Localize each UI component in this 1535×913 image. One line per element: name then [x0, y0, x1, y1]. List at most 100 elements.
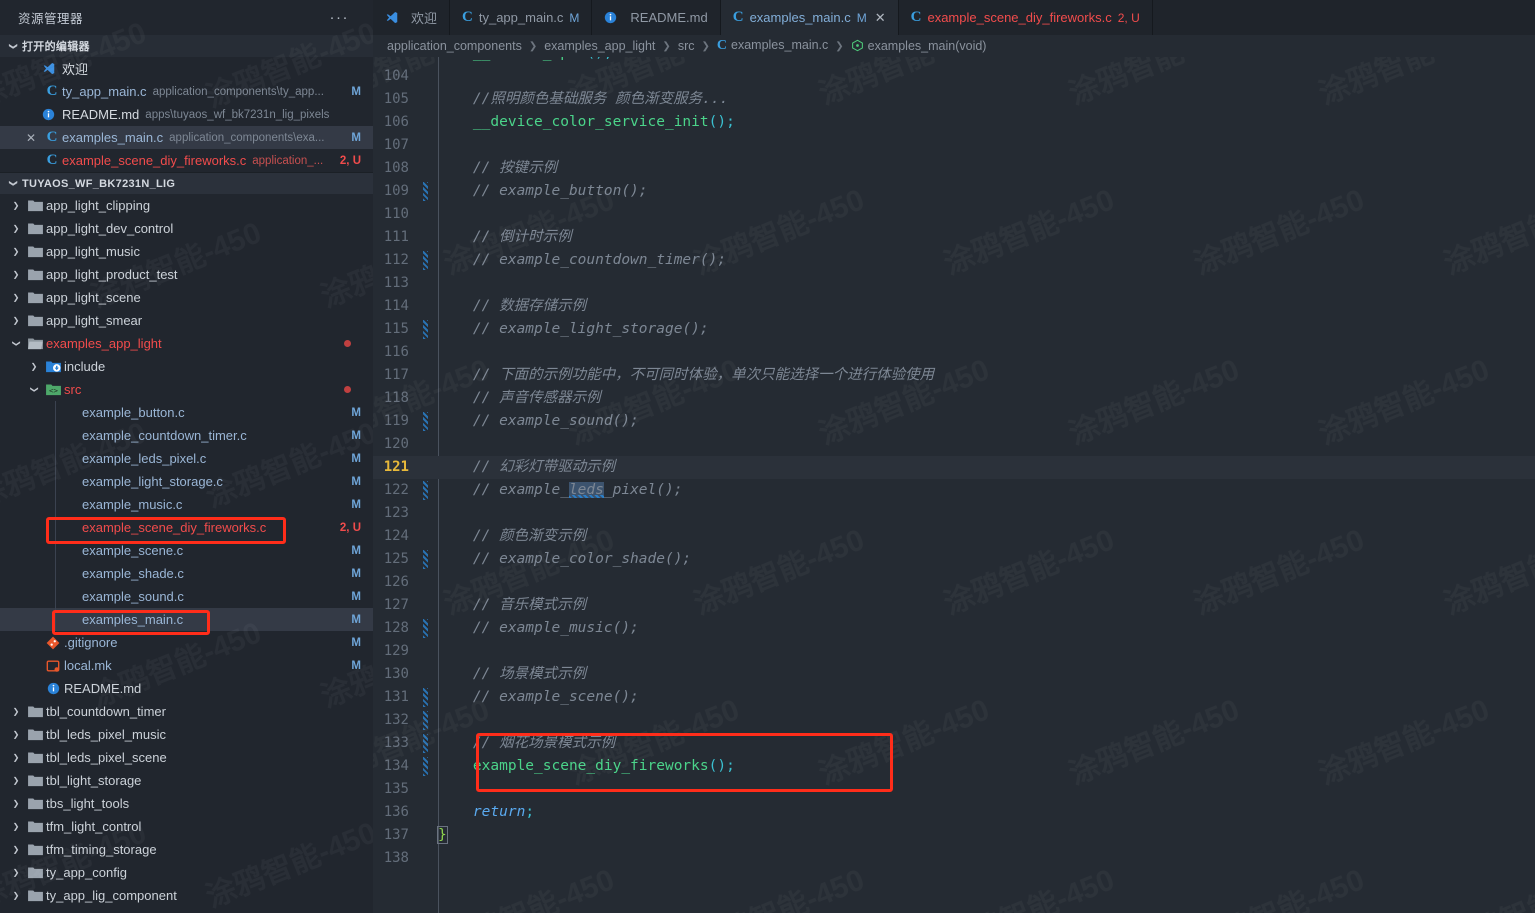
code-line[interactable]: 125 // example_color_shade();: [373, 548, 1535, 571]
chevron-right-icon[interactable]: [8, 316, 24, 325]
tree-folder-item[interactable]: <> src: [0, 378, 373, 401]
code-line[interactable]: 115 // example_light_storage();: [373, 318, 1535, 341]
chevron-right-icon[interactable]: [8, 891, 24, 900]
line-number: 138: [383, 850, 409, 866]
tree-folder-item[interactable]: app_light_dev_control: [0, 217, 373, 240]
code-line[interactable]: 132: [373, 709, 1535, 732]
tree-folder-item[interactable]: include: [0, 355, 373, 378]
code-line[interactable]: 134 example_scene_diy_fireworks();: [373, 755, 1535, 778]
code-line[interactable]: 111 // 倒计时示例: [373, 226, 1535, 249]
chevron-right-icon[interactable]: [8, 776, 24, 785]
code-line[interactable]: 128 // example_music();: [373, 617, 1535, 640]
code-line[interactable]: 137}: [373, 824, 1535, 847]
open-editor-item[interactable]: ✕ Cexamples_main.c application_components\…: [0, 126, 373, 149]
code-line[interactable]: 136 return;: [373, 801, 1535, 824]
code-line[interactable]: 106 __device_color_service_init();: [373, 111, 1535, 134]
code-line[interactable]: 107: [373, 134, 1535, 157]
tree-folder-item[interactable]: examples_app_light: [0, 332, 373, 355]
chevron-right-icon[interactable]: [8, 845, 24, 854]
tree-folder-item[interactable]: app_light_smear: [0, 309, 373, 332]
breadcrumb-segment[interactable]: examples_app_light: [542, 39, 657, 53]
code-line[interactable]: 105 //照明颜色基础服务 颜色渐变服务...: [373, 88, 1535, 111]
tree-folder-item[interactable]: tbs_light_tools: [0, 792, 373, 815]
open-editor-item[interactable]: Cexample_scene_diy_fireworks.c applicatio…: [0, 149, 373, 172]
code-line[interactable]: 114 // 数据存储示例: [373, 295, 1535, 318]
tree-folder-item[interactable]: app_light_product_test: [0, 263, 373, 286]
close-icon[interactable]: ✕: [20, 131, 42, 145]
tree-folder-item[interactable]: ty_app_lig_component: [0, 884, 373, 907]
editor-tab[interactable]: README.md: [592, 0, 721, 35]
tree-item-label: tfm_light_control: [46, 819, 142, 834]
more-actions-icon[interactable]: ···: [330, 9, 360, 26]
code-line[interactable]: 118 // 声音传感器示例: [373, 387, 1535, 410]
code-line[interactable]: 117 // 下面的示例功能中，不可同时体验，单次只能选择一个进行体验使用: [373, 364, 1535, 387]
project-section-header[interactable]: TUYAOS_WF_BK7231N_LIG: [0, 172, 373, 194]
editor-tab[interactable]: Cexample_scene_diy_fireworks.c 2, U: [898, 0, 1153, 35]
code-line[interactable]: 110: [373, 203, 1535, 226]
tree-file-item[interactable]: local.mk M: [0, 654, 373, 677]
editor-tab[interactable]: Cty_app_main.c M: [450, 0, 593, 35]
code-line[interactable]: 129: [373, 640, 1535, 663]
breadcrumb-segment[interactable]: application_components: [385, 39, 524, 53]
open-editor-item[interactable]: 欢迎: [0, 57, 373, 80]
code-line[interactable]: 113: [373, 272, 1535, 295]
open-editors-section-header[interactable]: 打开的编辑器: [0, 35, 373, 57]
chevron-down-icon[interactable]: [8, 339, 24, 348]
code-line[interactable]: 138: [373, 847, 1535, 870]
code-line[interactable]: 127 // 音乐模式示例: [373, 594, 1535, 617]
tree-folder-item[interactable]: app_light_clipping: [0, 194, 373, 217]
code-line[interactable]: 116: [373, 341, 1535, 364]
open-editor-item[interactable]: Cty_app_main.c application_components\ty_…: [0, 80, 373, 103]
tree-folder-item[interactable]: app_light_scene: [0, 286, 373, 309]
tree-folder-item[interactable]: tfm_timing_storage: [0, 838, 373, 861]
editor-tab[interactable]: 欢迎: [373, 0, 451, 35]
code-line[interactable]: 109 // example_button();: [373, 180, 1535, 203]
chevron-right-icon[interactable]: [8, 822, 24, 831]
chevron-right-icon[interactable]: [8, 247, 24, 256]
breadcrumb-segment[interactable]: examples_main(void): [849, 39, 989, 53]
code-editor[interactable]: 103 __device_open(); 104 105 //照明颜色基础服务 颜色…: [373, 57, 1535, 913]
chevron-right-icon[interactable]: [8, 224, 24, 233]
code-line[interactable]: 120: [373, 433, 1535, 456]
open-editor-item[interactable]: README.md apps\tuyaos_wf_bk7231n_lig_pixe…: [0, 103, 373, 126]
code-line[interactable]: 131 // example_scene();: [373, 686, 1535, 709]
chevron-right-icon: ❯: [662, 40, 671, 52]
code-line[interactable]: 104: [373, 65, 1535, 88]
code-line[interactable]: 121 // 幻彩灯带驱动示例: [373, 456, 1535, 479]
code-line[interactable]: 135: [373, 778, 1535, 801]
code-line[interactable]: 112 // example_countdown_timer();: [373, 249, 1535, 272]
code-line[interactable]: 122 // example_leds_pixel();: [373, 479, 1535, 502]
chevron-right-icon[interactable]: [8, 270, 24, 279]
breadcrumb-segment[interactable]: src: [676, 39, 697, 53]
tree-folder-item[interactable]: tbl_light_storage: [0, 769, 373, 792]
chevron-right-icon[interactable]: [26, 362, 42, 371]
code-line[interactable]: 124 // 颜色渐变示例: [373, 525, 1535, 548]
chevron-right-icon[interactable]: [8, 707, 24, 716]
code-line[interactable]: 103 __device_open();: [373, 57, 1535, 65]
code-lines: 103 __device_open(); 104 105 //照明颜色基础服务 颜色…: [373, 57, 1535, 913]
breadcrumb-segment[interactable]: Cexamples_main.c: [715, 38, 830, 54]
chevron-right-icon[interactable]: [8, 753, 24, 762]
tree-file-item[interactable]: README.md: [0, 677, 373, 700]
tree-folder-item[interactable]: tbl_leds_pixel_scene: [0, 746, 373, 769]
editor-tab[interactable]: Cexamples_main.c M ✕: [720, 0, 899, 35]
chevron-right-icon[interactable]: [8, 868, 24, 877]
chevron-down-icon[interactable]: [26, 385, 42, 394]
code-line[interactable]: 119 // example_sound();: [373, 410, 1535, 433]
tree-folder-item[interactable]: tfm_light_control: [0, 815, 373, 838]
tree-folder-item[interactable]: tbl_leds_pixel_music: [0, 723, 373, 746]
tree-file-item[interactable]: .gitignore M: [0, 631, 373, 654]
tree-folder-item[interactable]: ty_app_config: [0, 861, 373, 884]
code-line[interactable]: 126: [373, 571, 1535, 594]
close-icon[interactable]: ✕: [875, 10, 886, 26]
code-line[interactable]: 108 // 按键示例: [373, 157, 1535, 180]
code-line[interactable]: 123: [373, 502, 1535, 525]
tree-folder-item[interactable]: app_light_music: [0, 240, 373, 263]
chevron-right-icon[interactable]: [8, 799, 24, 808]
chevron-right-icon[interactable]: [8, 293, 24, 302]
chevron-right-icon[interactable]: [8, 201, 24, 210]
code-line[interactable]: 133 // 烟花场景模式示例: [373, 732, 1535, 755]
code-line[interactable]: 130 // 场景模式示例: [373, 663, 1535, 686]
chevron-right-icon[interactable]: [8, 730, 24, 739]
tree-folder-item[interactable]: tbl_countdown_timer: [0, 700, 373, 723]
